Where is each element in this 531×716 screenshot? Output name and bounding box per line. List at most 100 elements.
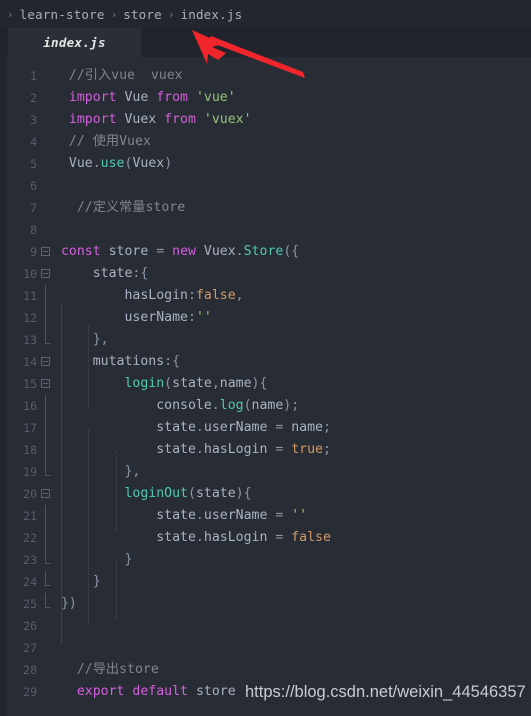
code-line[interactable]: 18 state.hasLogin = true; bbox=[0, 439, 531, 461]
code-line[interactable]: 25 }) bbox=[0, 593, 531, 615]
code-token: Vue bbox=[116, 90, 157, 105]
code-token: login bbox=[124, 376, 165, 391]
code-token: from bbox=[164, 112, 196, 127]
code-line[interactable]: 24 } bbox=[0, 571, 531, 593]
code-line[interactable]: 28 //导出store bbox=[0, 659, 531, 681]
line-number: 21 bbox=[23, 509, 37, 523]
code-line[interactable]: 9 const store = new Vuex.Store({ bbox=[0, 241, 531, 263]
code-line[interactable]: 22 state.hasLogin = false bbox=[0, 527, 531, 549]
code-line-text: import Vuex from 'vuex' bbox=[53, 109, 252, 131]
fold-collapse-icon[interactable] bbox=[41, 357, 50, 366]
code-token: }, bbox=[92, 332, 109, 347]
code-line[interactable]: 10 state:{ bbox=[0, 263, 531, 285]
code-line-text: state.hasLogin = false bbox=[53, 527, 331, 549]
code-line-text: console.log(name); bbox=[53, 395, 299, 417]
code-line[interactable]: 26 bbox=[0, 615, 531, 637]
code-token: export bbox=[76, 684, 125, 699]
code-content[interactable]: 1 //引入vue vuex 2 import Vue from 'vue' 3 i… bbox=[0, 57, 531, 716]
code-token: from bbox=[156, 90, 188, 105]
code-token: name bbox=[291, 420, 323, 435]
code-token: Vue bbox=[68, 156, 93, 171]
code-token: use bbox=[100, 156, 125, 171]
code-line[interactable]: 2 import Vue from 'vue' bbox=[0, 87, 531, 109]
code-line[interactable]: 17 state.userName = name; bbox=[0, 417, 531, 439]
code-line[interactable]: 12 userName:'' bbox=[0, 307, 531, 329]
code-line[interactable]: 7 //定义常量store bbox=[0, 197, 531, 219]
breadcrumb-item-file[interactable]: index.js bbox=[180, 7, 244, 22]
code-line-text: login(state,name){ bbox=[53, 373, 267, 395]
code-line[interactable]: 4 // 使用Vuex bbox=[0, 131, 531, 153]
code-line[interactable]: 1 //引入vue vuex bbox=[0, 65, 531, 87]
code-line[interactable]: 3 import Vuex from 'vuex' bbox=[0, 109, 531, 131]
fold-collapse-icon[interactable] bbox=[41, 379, 50, 388]
code-token: false bbox=[291, 530, 331, 545]
code-line-text: loginOut(state){ bbox=[53, 483, 251, 505]
code-line[interactable]: 23 } bbox=[0, 549, 531, 571]
fold-line-marker-icon bbox=[45, 307, 46, 329]
line-number: 5 bbox=[30, 157, 37, 171]
code-line[interactable]: 20 loginOut(state){ bbox=[0, 483, 531, 505]
code-line[interactable]: 14 mutations:{ bbox=[0, 351, 531, 373]
code-line[interactable]: 15 login(state,name){ bbox=[0, 373, 531, 395]
code-editor[interactable]: 1 //引入vue vuex 2 import Vue from 'vue' 3 i… bbox=[0, 57, 531, 716]
code-token: //引入vue vuex bbox=[68, 68, 183, 83]
code-line[interactable]: 6 bbox=[0, 175, 531, 197]
code-token: store bbox=[100, 244, 157, 259]
tab-label: index.js bbox=[43, 35, 106, 50]
code-line-text: mutations:{ bbox=[53, 351, 180, 373]
code-token: hasLogin bbox=[203, 442, 268, 457]
code-token: state bbox=[172, 376, 212, 391]
code-line[interactable]: 13 }, bbox=[0, 329, 531, 351]
code-token: //导出store bbox=[76, 662, 159, 677]
code-line[interactable]: 11 hasLogin:false, bbox=[0, 285, 531, 307]
code-line[interactable]: 19 }, bbox=[0, 461, 531, 483]
line-number: 16 bbox=[23, 399, 37, 413]
fold-collapse-icon[interactable] bbox=[41, 247, 50, 256]
line-number: 29 bbox=[23, 685, 37, 699]
line-number: 12 bbox=[23, 311, 37, 325]
code-line-text: //引入vue vuex bbox=[53, 65, 183, 87]
fold-line-marker-icon bbox=[45, 285, 46, 307]
fold-end-marker-icon bbox=[45, 571, 51, 586]
code-token: ); bbox=[283, 398, 300, 413]
code-token: 'vue' bbox=[195, 90, 236, 105]
fold-collapse-icon[interactable] bbox=[41, 269, 50, 278]
code-token: hasLogin bbox=[203, 530, 268, 545]
code-token: ) bbox=[164, 156, 173, 171]
code-token: log bbox=[219, 398, 244, 413]
code-line[interactable]: 27 bbox=[0, 637, 531, 659]
code-line[interactable]: 8 bbox=[0, 219, 531, 241]
breadcrumb-leading-chevron-icon: › bbox=[7, 7, 14, 21]
code-token: console bbox=[156, 398, 212, 413]
line-number: 3 bbox=[30, 113, 37, 127]
line-number: 18 bbox=[23, 443, 37, 457]
tab-index-js[interactable]: index.js bbox=[8, 28, 141, 57]
code-line[interactable]: 21 state.userName = '' bbox=[0, 505, 531, 527]
code-line[interactable]: 5 Vue.use(Vuex) bbox=[0, 153, 531, 175]
code-token: name bbox=[219, 376, 252, 391]
code-token: store bbox=[188, 684, 236, 699]
fold-collapse-icon[interactable] bbox=[41, 489, 50, 498]
breadcrumb-item-project[interactable]: learn-store bbox=[19, 7, 106, 22]
breadcrumb-item-folder[interactable]: store bbox=[122, 7, 163, 22]
code-line[interactable]: 16 console.log(name); bbox=[0, 395, 531, 417]
line-number: 9 bbox=[30, 245, 37, 259]
code-token: ( bbox=[243, 398, 252, 413]
line-number: 4 bbox=[30, 135, 37, 149]
code-token: . bbox=[195, 420, 204, 435]
tab-bar: index.js bbox=[0, 28, 531, 58]
fold-end-marker-icon bbox=[45, 549, 51, 564]
line-number: 22 bbox=[23, 531, 37, 545]
